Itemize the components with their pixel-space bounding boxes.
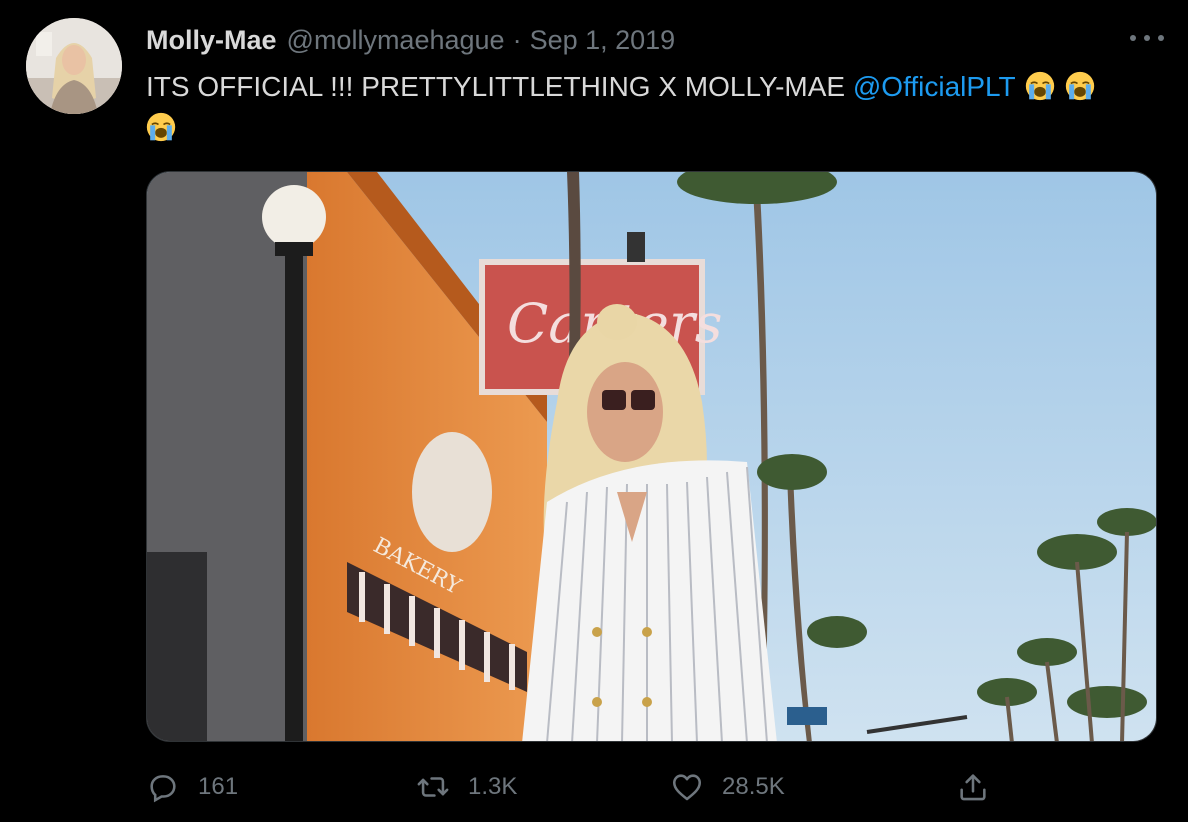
reply-icon bbox=[150, 775, 176, 803]
more-icon[interactable] bbox=[1130, 26, 1164, 50]
mention-link[interactable]: @OfficialPLT bbox=[853, 71, 1015, 102]
separator-dot: · bbox=[512, 24, 522, 55]
author-name[interactable]: Molly-Mae bbox=[146, 25, 277, 56]
tweet: Molly-Mae @mollymaehague · Sep 1, 2019 I… bbox=[0, 0, 1188, 822]
heart-icon bbox=[672, 774, 702, 801]
author-handle[interactable]: @mollymaehague bbox=[287, 25, 505, 56]
tweet-date[interactable]: Sep 1, 2019 bbox=[530, 25, 676, 56]
tweet-photo[interactable]: BAKERY Canters bbox=[146, 171, 1157, 742]
retweet-count: 1.3K bbox=[468, 773, 518, 800]
tweet-header: Molly-Mae @mollymaehague · Sep 1, 2019 bbox=[146, 22, 675, 58]
like-count: 28.5K bbox=[722, 773, 785, 800]
avatar[interactable] bbox=[26, 18, 122, 114]
tweet-text: ITS OFFICIAL !!! PRETTYLITTLETHING X MOL… bbox=[146, 66, 1156, 148]
crying-face-emoji-icon bbox=[1065, 71, 1094, 101]
retweet-button[interactable]: 1.3K bbox=[416, 764, 517, 810]
reply-count: 161 bbox=[198, 773, 239, 800]
crying-face-emoji-icon bbox=[146, 112, 176, 142]
like-button[interactable]: 28.5K bbox=[670, 764, 785, 810]
retweet-icon bbox=[417, 777, 449, 797]
tweet-actions: 161 1.3K 28.5K bbox=[146, 764, 1006, 810]
share-icon bbox=[960, 774, 986, 801]
reply-button[interactable]: 161 bbox=[146, 764, 238, 810]
crying-face-emoji-icon bbox=[1025, 71, 1055, 101]
share-button[interactable] bbox=[956, 764, 990, 810]
tweet-body: ITS OFFICIAL !!! PRETTYLITTLETHING X MOL… bbox=[146, 71, 846, 102]
